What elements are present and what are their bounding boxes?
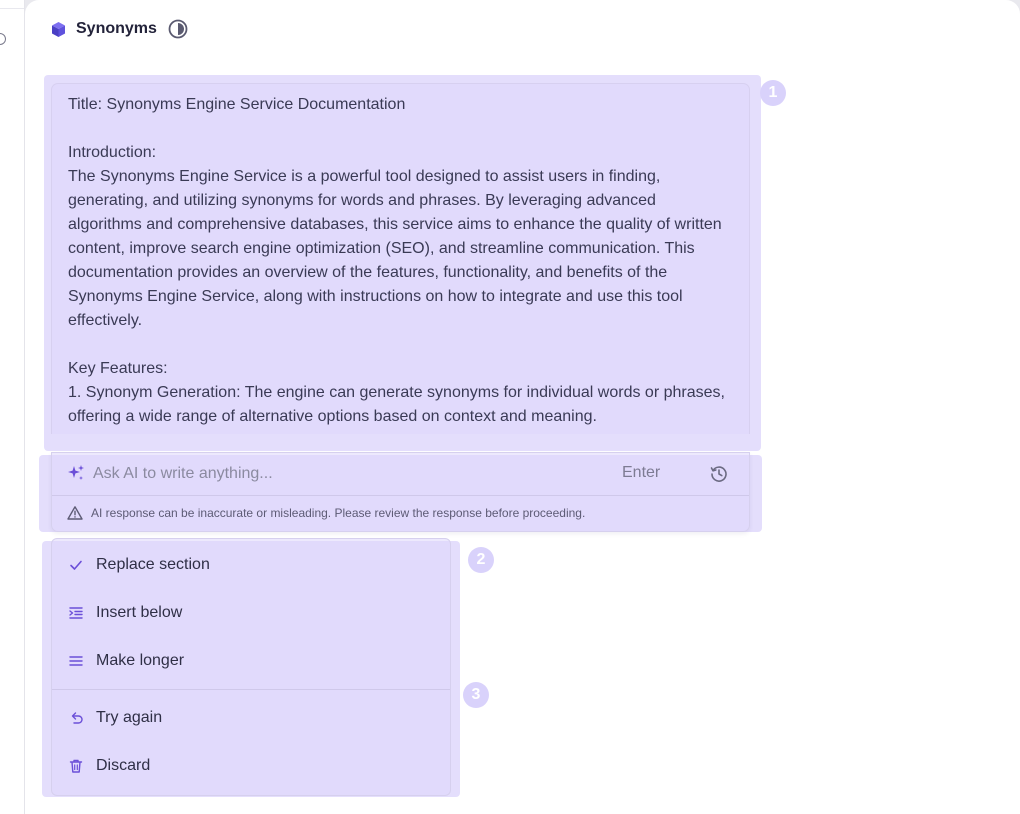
menu-item-label: Replace section (96, 556, 210, 573)
menu-item-label: Make longer (96, 652, 185, 669)
menu-item-label: Discard (96, 757, 151, 774)
menu-item-label: Insert below (96, 604, 183, 621)
page-header: Synonyms (50, 17, 188, 41)
ai-actions-menu: Replace section Insert below Make longer (51, 538, 451, 796)
sparkle-icon (67, 464, 85, 482)
menu-divider (52, 689, 450, 690)
step-badge-1: 1 (760, 80, 786, 106)
ai-prompt-row: Enter (52, 453, 749, 495)
ai-prompt-input[interactable] (93, 461, 593, 487)
menu-item-make-longer[interactable]: Make longer (52, 641, 450, 681)
check-icon (67, 557, 84, 574)
document-text: Title: Synonyms Engine Service Documenta… (52, 84, 749, 429)
menu-item-replace-section[interactable]: Replace section (52, 545, 450, 585)
menu-item-discard[interactable]: Discard (52, 746, 450, 786)
ai-warning: AI response can be inaccurate or mislead… (67, 505, 585, 521)
sidebar-circle-icon[interactable] (0, 33, 6, 45)
contrast-toggle-icon[interactable] (168, 19, 188, 39)
doc-feature-1: 1. Synonym Generation: The engine can ge… (68, 384, 725, 425)
doc-features-heading: Key Features: (68, 360, 168, 377)
history-icon[interactable] (709, 464, 729, 484)
insert-below-icon (67, 605, 84, 622)
warning-text: AI response can be inaccurate or mislead… (91, 506, 586, 520)
ai-prompt-box: Enter AI response can be inaccurate or m… (51, 452, 750, 532)
cube-logo-icon (50, 21, 67, 38)
menu-item-label: Try again (96, 709, 163, 726)
doc-intro-heading: Introduction: (68, 144, 157, 161)
doc-title-line: Title: Synonyms Engine Service Documenta… (68, 96, 406, 113)
sidebar-divider (0, 8, 24, 9)
enter-hint: Enter (622, 464, 661, 481)
lines-icon (67, 653, 84, 670)
step-badge-2: 2 (468, 547, 494, 573)
undo-icon (67, 710, 84, 727)
step-badge-3: 3 (463, 682, 489, 708)
menu-item-insert-below[interactable]: Insert below (52, 593, 450, 633)
warning-triangle-icon (67, 505, 83, 521)
page-title: Synonyms (76, 20, 157, 37)
trash-icon (67, 758, 84, 775)
menu-item-try-again[interactable]: Try again (52, 698, 450, 738)
document-content-card[interactable]: Title: Synonyms Engine Service Documenta… (51, 83, 750, 434)
left-sidebar-strip (0, 0, 25, 814)
doc-intro-paragraph: The Synonyms Engine Service is a powerfu… (68, 168, 722, 329)
ai-box-divider (52, 495, 749, 496)
